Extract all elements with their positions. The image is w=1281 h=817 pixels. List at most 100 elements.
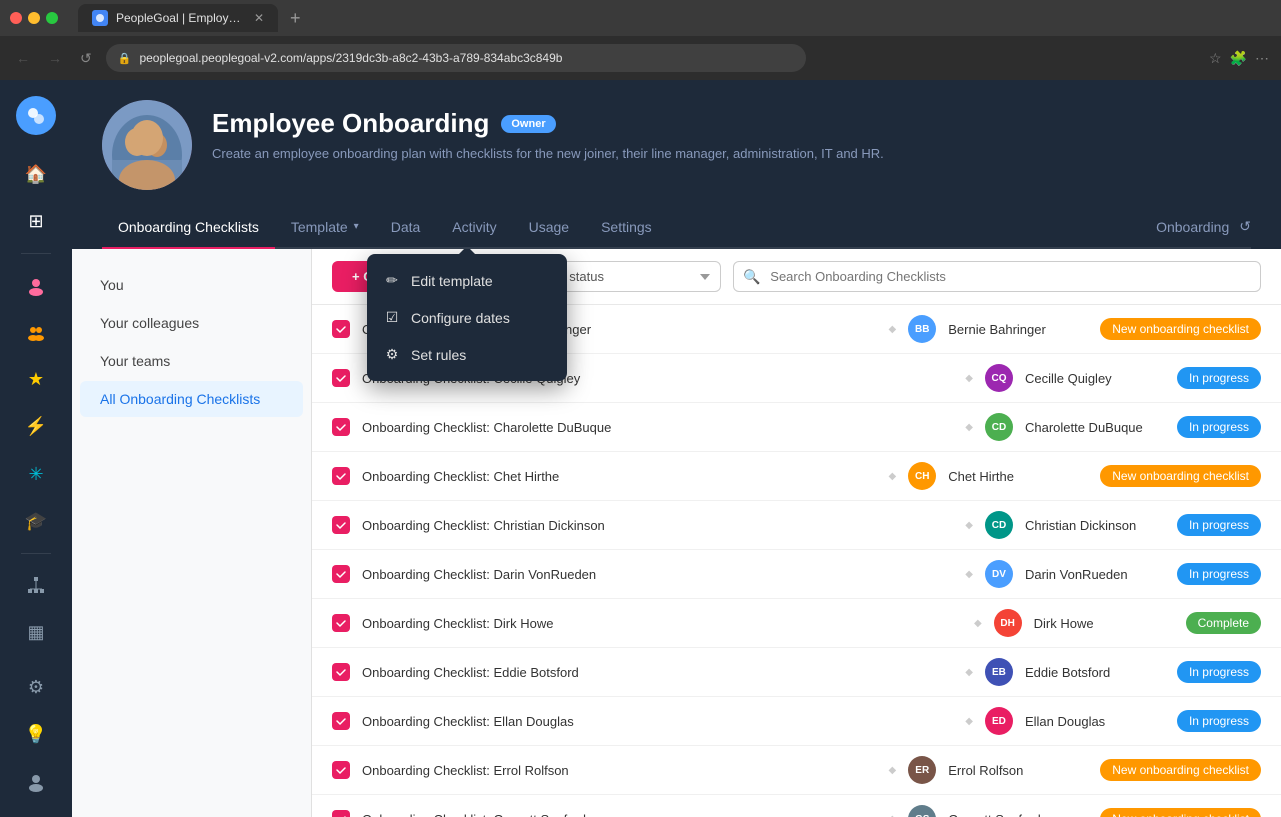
- row-checkbox: [332, 320, 350, 338]
- table-row[interactable]: Onboarding Checklist: Eddie Botsford ◆ E…: [312, 648, 1281, 697]
- row-checkbox: [332, 418, 350, 436]
- left-panel-item-you[interactable]: You: [80, 267, 303, 303]
- row-person-name: Christian Dickinson: [1025, 518, 1165, 533]
- row-person-name: Ellan Douglas: [1025, 714, 1165, 729]
- tab-favicon: [92, 10, 108, 26]
- status-badge: New onboarding checklist: [1100, 808, 1261, 817]
- chevron-down-icon: ▾: [354, 221, 359, 232]
- tab-onboarding-checklists[interactable]: Onboarding Checklists: [102, 207, 275, 247]
- sidebar-item-table[interactable]: ▦: [16, 613, 56, 652]
- table-row[interactable]: Onboarding Checklist: Dirk Howe ◆ DH Dir…: [312, 599, 1281, 648]
- row-checkbox: [332, 712, 350, 730]
- status-badge: New onboarding checklist: [1100, 318, 1261, 340]
- row-person-name: Chet Hirthe: [948, 469, 1088, 484]
- row-separator: ◆: [965, 520, 973, 531]
- sidebar-item-settings[interactable]: ⚙: [16, 668, 56, 707]
- tab-settings[interactable]: Settings: [585, 207, 668, 247]
- row-avatar: CQ: [985, 364, 1013, 392]
- row-person-name: Garnett Sanford: [948, 812, 1088, 817]
- left-panel-item-colleagues[interactable]: Your colleagues: [80, 305, 303, 341]
- tab-data[interactable]: Data: [375, 207, 437, 247]
- left-panel-item-all[interactable]: All Onboarding Checklists: [80, 381, 303, 417]
- row-separator: ◆: [965, 716, 973, 727]
- page-title: Employee Onboarding: [212, 108, 489, 139]
- search-box: 🔍: [733, 261, 1261, 292]
- row-checklist-name: Onboarding Checklist: Garnett Sanford: [362, 812, 877, 817]
- rules-icon: ⚙: [383, 346, 401, 363]
- nav-refresh-button[interactable]: ↺: [76, 46, 96, 71]
- sidebar-item-asterisk[interactable]: ✳: [16, 455, 56, 494]
- sidebar-item-person[interactable]: [16, 266, 56, 305]
- row-checkbox: [332, 761, 350, 779]
- row-avatar: BB: [908, 315, 936, 343]
- traffic-light-green[interactable]: [46, 12, 58, 24]
- row-separator: ◆: [889, 324, 897, 335]
- dropdown-item-edit-template[interactable]: ✏ Edit template: [367, 262, 567, 299]
- row-person-name: Eddie Botsford: [1025, 665, 1165, 680]
- status-badge: Complete: [1186, 612, 1261, 634]
- sidebar-item-star[interactable]: ★: [16, 360, 56, 399]
- sidebar-divider-2: [21, 553, 51, 554]
- address-text: peoplegoal.peoplegoal-v2.com/apps/2319dc…: [139, 51, 562, 65]
- dropdown-arrow: [459, 249, 475, 254]
- table-row[interactable]: Onboarding Checklist: Chet Hirthe ◆ CH C…: [312, 452, 1281, 501]
- row-avatar: CD: [985, 511, 1013, 539]
- status-badge: In progress: [1177, 514, 1261, 536]
- row-separator: ◆: [965, 667, 973, 678]
- row-checkbox: [332, 810, 350, 817]
- table-row[interactable]: Onboarding Checklist: Charolette DuBuque…: [312, 403, 1281, 452]
- tab-close-button[interactable]: ✕: [254, 11, 264, 25]
- row-person-name: Errol Rolfson: [948, 763, 1088, 778]
- header-description: Create an employee onboarding plan with …: [212, 145, 1251, 163]
- sidebar-item-graduation[interactable]: 🎓: [16, 502, 56, 541]
- tab-template[interactable]: Template ▾: [275, 207, 375, 247]
- new-tab-button[interactable]: +: [290, 8, 301, 29]
- row-separator: ◆: [965, 569, 973, 580]
- search-input[interactable]: [733, 261, 1261, 292]
- sidebar-item-user-bottom[interactable]: [16, 762, 56, 801]
- row-checklist-name: Onboarding Checklist: Darin VonRueden: [362, 567, 953, 582]
- table-row[interactable]: Onboarding Checklist: Errol Rolfson ◆ ER…: [312, 746, 1281, 795]
- table-row[interactable]: Onboarding Checklist: Ellan Douglas ◆ ED…: [312, 697, 1281, 746]
- sidebar-item-grid[interactable]: ⊞: [16, 202, 56, 241]
- extension-icon[interactable]: 🧩: [1230, 50, 1247, 67]
- row-checkbox: [332, 516, 350, 534]
- table-row[interactable]: Onboarding Checklist: Christian Dickinso…: [312, 501, 1281, 550]
- status-badge: In progress: [1177, 661, 1261, 683]
- left-panel-item-teams[interactable]: Your teams: [80, 343, 303, 379]
- row-checklist-name: Onboarding Checklist: Dirk Howe: [362, 616, 962, 631]
- sidebar-logo[interactable]: [16, 96, 56, 135]
- refresh-icon[interactable]: ↺: [1239, 218, 1251, 235]
- nav-forward-button[interactable]: →: [44, 46, 66, 70]
- status-badge: In progress: [1177, 367, 1261, 389]
- traffic-light-yellow[interactable]: [28, 12, 40, 24]
- app-header-avatar: [102, 100, 192, 190]
- sidebar-item-home[interactable]: 🏠: [16, 155, 56, 194]
- dropdown-item-set-rules[interactable]: ⚙ Set rules: [367, 336, 567, 373]
- row-checklist-name: Onboarding Checklist: Ellan Douglas: [362, 714, 953, 729]
- nav-tabs: Onboarding Checklists Template ▾ Data Ac…: [102, 206, 1251, 249]
- nav-back-button[interactable]: ←: [12, 46, 34, 70]
- address-bar[interactable]: 🔒 peoplegoal.peoplegoal-v2.com/apps/2319…: [106, 44, 806, 72]
- sidebar: 🏠 ⊞ ★ ⚡ ✳ 🎓 ▦ ⚙ 💡: [0, 80, 72, 817]
- tab-usage[interactable]: Usage: [513, 207, 585, 247]
- status-badge: New onboarding checklist: [1100, 465, 1261, 487]
- row-checklist-name: Onboarding Checklist: Eddie Botsford: [362, 665, 953, 680]
- bookmark-icon[interactable]: ☆: [1209, 50, 1222, 67]
- tab-activity[interactable]: Activity: [436, 207, 512, 247]
- calendar-icon: ☑: [383, 309, 401, 326]
- row-separator: ◆: [889, 765, 897, 776]
- row-checklist-name: Onboarding Checklist: Christian Dickinso…: [362, 518, 953, 533]
- sidebar-item-hierarchy[interactable]: [16, 566, 56, 605]
- row-person-name: Charolette DuBuque: [1025, 420, 1165, 435]
- table-row[interactable]: Onboarding Checklist: Darin VonRueden ◆ …: [312, 550, 1281, 599]
- menu-icon[interactable]: ⋯: [1255, 50, 1269, 67]
- sidebar-item-bulb[interactable]: 💡: [16, 715, 56, 754]
- sidebar-item-people[interactable]: [16, 313, 56, 352]
- dropdown-item-configure-dates[interactable]: ☑ Configure dates: [367, 299, 567, 336]
- table-row[interactable]: Onboarding Checklist: Garnett Sanford ◆ …: [312, 795, 1281, 817]
- sidebar-item-bolt[interactable]: ⚡: [16, 407, 56, 446]
- browser-tab-active[interactable]: PeopleGoal | Employee Onboa... ✕: [78, 4, 278, 32]
- traffic-light-red[interactable]: [10, 12, 22, 24]
- search-icon: 🔍: [743, 268, 760, 285]
